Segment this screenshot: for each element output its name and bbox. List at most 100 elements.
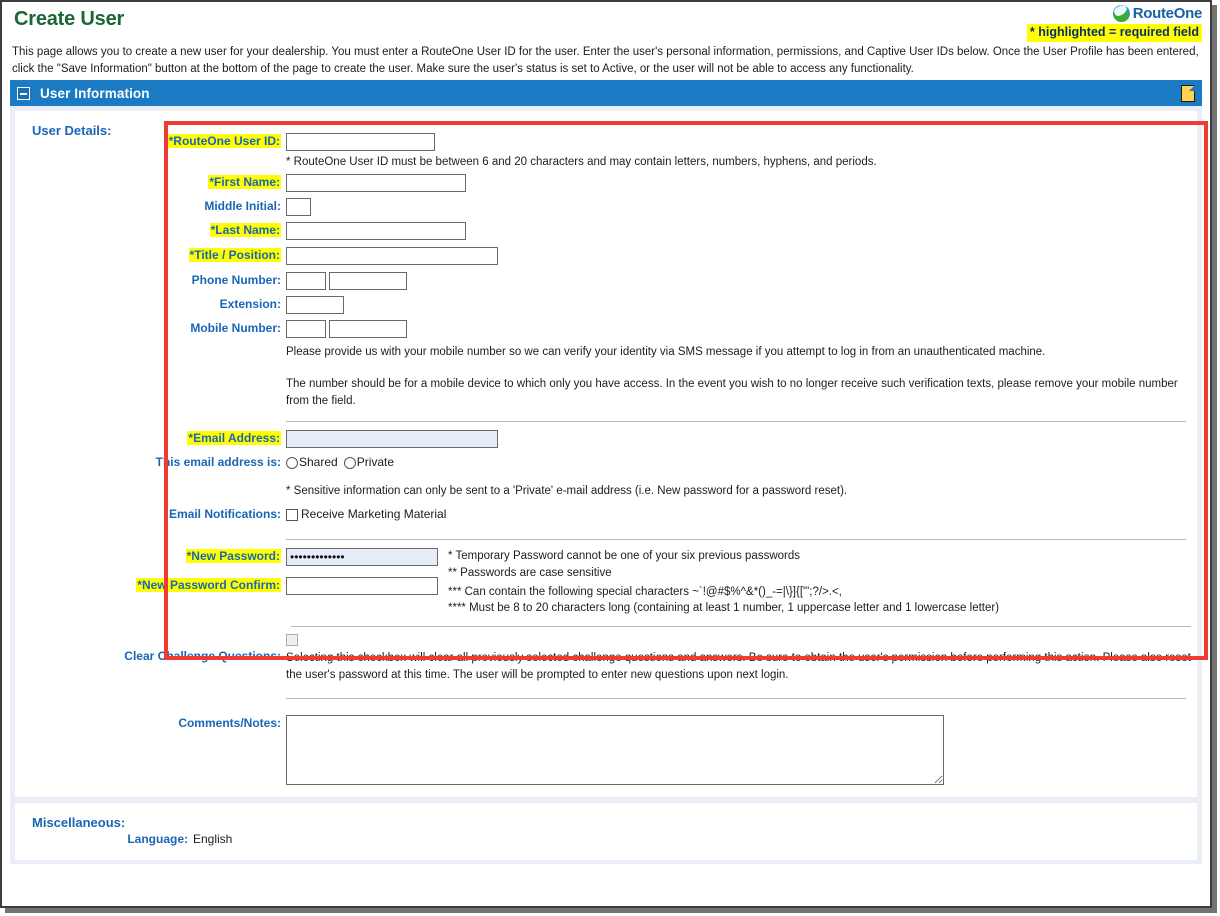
field-title-position (286, 247, 1197, 266)
field-email (286, 430, 1197, 448)
user-details-container: User Details: *RouteOne User ID: * Route… (15, 111, 1208, 798)
clear-challenge-checkbox[interactable] (286, 633, 298, 646)
password-rules-list: * Temporary Password cannot be one of yo… (438, 548, 999, 617)
field-phone-number (286, 272, 1197, 291)
form-row-comments: Comments/Notes: (15, 715, 1197, 786)
label-middle-initial: Middle Initial: (204, 199, 281, 214)
radio-circle-icon[interactable] (286, 456, 298, 469)
title-position-input[interactable] (286, 247, 498, 266)
divider-below-password (291, 625, 1191, 627)
form-row-user-id: *RouteOne User ID: * RouteOne User ID mu… (15, 133, 1197, 173)
password-rule-2: ** Passwords are case sensitive (448, 566, 612, 579)
user-id-hint: * RouteOne User ID must be between 6 and… (286, 156, 877, 168)
form-row-title-position: *Title / Position: (15, 247, 1197, 266)
form-row-last-name: *Last Name: (15, 222, 1197, 241)
radio-label-private: Private (356, 455, 395, 469)
form-row-phone-number: Phone Number: (15, 272, 1197, 291)
miscellaneous-container: Miscellaneous: Language: English (15, 803, 1197, 861)
last-name-input[interactable] (286, 222, 466, 241)
user-id-input[interactable] (286, 133, 435, 151)
label-email-type: This email address is: (155, 455, 281, 469)
label-comments: Comments/Notes: (178, 716, 281, 731)
routeone-logo: RouteOne (1027, 4, 1202, 22)
page-description: This page allows you to create a new use… (12, 46, 1199, 75)
field-first-name (286, 174, 1197, 193)
form-row-first-name: *First Name: (15, 174, 1197, 193)
page-title: Create User (14, 8, 125, 30)
form-row-email-type: This email address is: Shared Private * … (15, 454, 1197, 500)
field-clear-challenge: Selecting this checkbox will clear all p… (286, 632, 1197, 706)
radio-option-private[interactable]: Private (343, 454, 395, 471)
field-new-password: *New Password Confirm: * Temporary Passw… (136, 548, 1197, 617)
radio-circle-icon[interactable] (343, 456, 356, 469)
user-information-section-header[interactable]: User Information (10, 80, 1202, 106)
email-type-radio-group: Shared Private (286, 454, 1197, 471)
divider-above-email (286, 421, 1186, 422)
divider-above-password (286, 539, 1186, 541)
label-last-name: *Last Name: (209, 223, 281, 238)
collapse-minus-icon[interactable] (17, 86, 30, 100)
form-row-new-password-confirm: *New Password Confirm: (15, 577, 438, 596)
brand-area: RouteOne * highlighted = required field (1026, 4, 1202, 42)
comments-textarea[interactable] (286, 715, 944, 786)
field-middle-initial (286, 198, 1197, 217)
first-name-input[interactable] (286, 174, 466, 193)
note-page-icon[interactable] (1181, 84, 1195, 102)
phone-number-input[interactable] (329, 272, 408, 291)
email-input[interactable] (286, 430, 498, 448)
radio-label-shared: Shared (299, 455, 338, 469)
mobile-number-input[interactable] (329, 320, 408, 339)
password-rule-1: * Temporary Password cannot be one of yo… (448, 550, 800, 563)
required-field-legend: * highlighted = required field (1026, 24, 1202, 42)
label-user-id: *RouteOne User ID: (167, 134, 281, 148)
middle-initial-input[interactable] (286, 198, 311, 217)
field-email-type: Shared Private * Sensitive information c… (286, 454, 1197, 500)
label-phone-number: Phone Number: (191, 273, 281, 288)
email-sensitive-note: * Sensitive information can only be sent… (286, 485, 848, 497)
label-new-password: *New Password: (185, 549, 281, 564)
form-row-email-notifications: Email Notifications: Receive Marketing M… (15, 506, 1197, 546)
miscellaneous-group-label: Miscellaneous: (32, 815, 126, 831)
form-row-new-password: *New Password: *New Password Confirm: * … (15, 548, 1197, 617)
form-row-language: Language: English (15, 832, 1197, 846)
clear-challenge-note: Selecting this checkbox will clear all p… (286, 651, 1191, 682)
form-row-extension: Extension: (15, 296, 1197, 315)
label-first-name: *First Name: (208, 175, 281, 190)
new-password-input[interactable] (286, 548, 438, 567)
user-details-form: *RouteOne User ID: * RouteOne User ID mu… (15, 133, 1197, 786)
mobile-area-code-input[interactable] (286, 320, 326, 339)
field-last-name (286, 222, 1197, 241)
label-title-position: *Title / Position: (188, 248, 281, 263)
label-email-notifications: Email Notifications: (168, 507, 281, 522)
field-comments (286, 715, 1197, 786)
label-new-password-confirm: *New Password Confirm: (136, 578, 281, 593)
checkbox-label-receive-marketing: Receive Marketing Material (301, 507, 447, 522)
phone-area-code-input[interactable] (286, 272, 326, 291)
page-header: Create User RouteOne * highlighted = req… (2, 2, 1210, 80)
field-user-id: * RouteOne User ID must be between 6 and… (286, 133, 1197, 173)
extension-input[interactable] (286, 296, 344, 315)
form-row-mobile-number: Mobile Number: Please provide us with yo… (15, 320, 1197, 428)
divider-row-below-password (15, 625, 1197, 627)
label-extension: Extension: (219, 297, 281, 312)
divider-above-comments (286, 698, 1186, 700)
form-row-clear-challenge: Clear Challenge Questions: Selecting thi… (15, 632, 1197, 706)
new-password-confirm-input[interactable] (286, 577, 438, 596)
brand-name: RouteOne (1132, 4, 1203, 22)
password-inputs-column: *New Password Confirm: (136, 548, 438, 596)
label-email: *Email Address: (187, 431, 281, 445)
checkbox-receive-marketing[interactable]: Receive Marketing Material (286, 506, 1197, 523)
field-mobile-number: Please provide us with your mobile numbe… (286, 320, 1197, 428)
label-clear-challenge: Clear Challenge Questions: (124, 648, 281, 663)
form-row-middle-initial: Middle Initial: (15, 198, 1197, 217)
mobile-note-2: The number should be for a mobile device… (286, 377, 1178, 407)
label-mobile-number: Mobile Number: (190, 321, 281, 336)
language-value: English (193, 832, 233, 847)
field-email-notifications: Receive Marketing Material (286, 506, 1197, 546)
password-rule-3: *** Can contain the following special ch… (448, 585, 842, 598)
form-row-email: *Email Address: (15, 430, 1197, 449)
checkbox-square-icon[interactable] (286, 508, 298, 521)
radio-option-shared[interactable]: Shared (286, 454, 338, 471)
section-title: User Information (40, 85, 150, 101)
